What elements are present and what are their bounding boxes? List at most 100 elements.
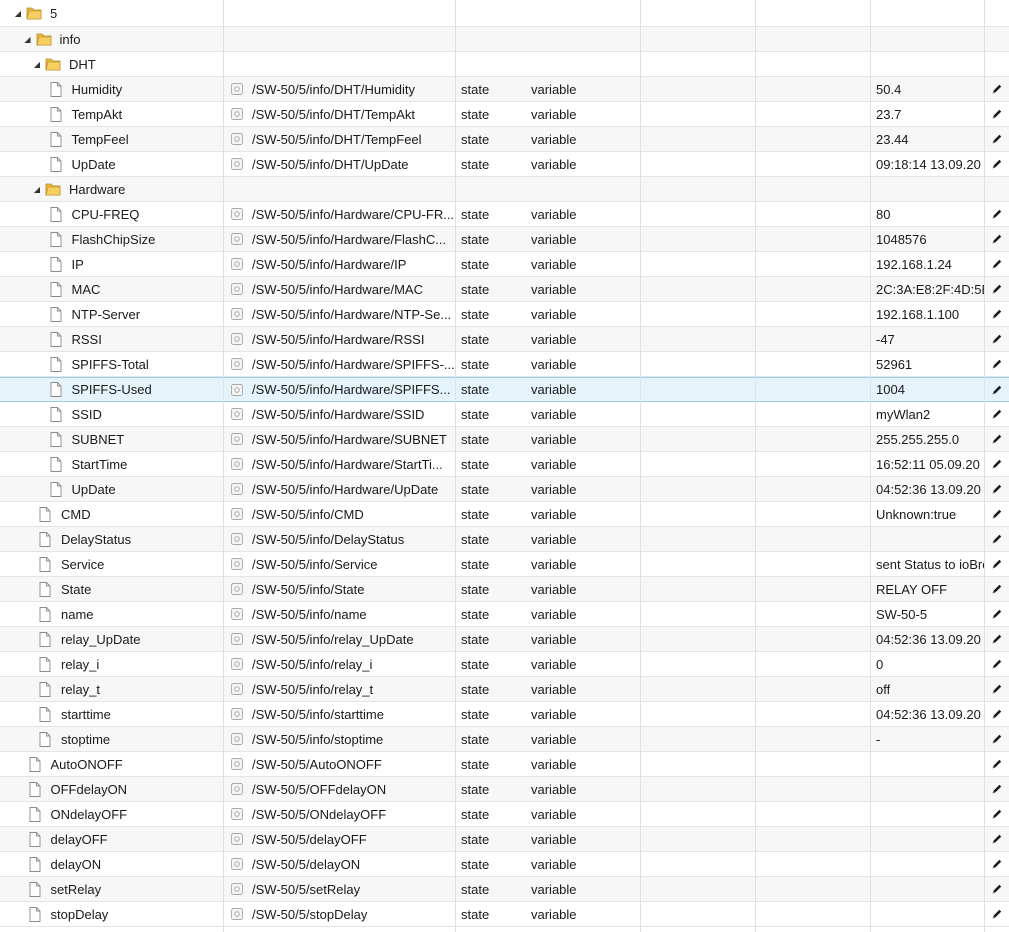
- room-cell[interactable]: [641, 102, 755, 126]
- room-cell[interactable]: [641, 527, 755, 551]
- edit-cell[interactable]: [985, 677, 1009, 701]
- value-cell[interactable]: 192.168.1.100: [871, 302, 984, 326]
- state-id-icon[interactable]: [231, 108, 243, 120]
- state-id-icon[interactable]: [231, 308, 243, 320]
- edit-cell[interactable]: [985, 727, 1009, 751]
- state-id-icon[interactable]: [231, 233, 243, 245]
- state-id-icon[interactable]: [231, 383, 243, 396]
- value-cell[interactable]: 1048576: [871, 227, 984, 251]
- value-cell[interactable]: [871, 777, 984, 801]
- state-id-icon[interactable]: [231, 608, 243, 620]
- room-cell[interactable]: [641, 378, 755, 401]
- pencil-icon[interactable]: [991, 384, 1003, 396]
- value-cell[interactable]: RELAY OFF: [871, 577, 984, 601]
- state-id-icon[interactable]: [231, 358, 243, 370]
- state-id-icon[interactable]: [231, 758, 243, 770]
- state-id-icon[interactable]: [231, 533, 243, 545]
- state-id-icon[interactable]: [231, 158, 243, 170]
- pencil-icon[interactable]: [991, 608, 1003, 620]
- value-cell[interactable]: [871, 877, 984, 901]
- tree-state-row[interactable]: relay_t/SW-50/5/info/relay_t state variabl…: [0, 677, 1009, 702]
- value-cell[interactable]: 192.168.1.24: [871, 252, 984, 276]
- edit-cell[interactable]: [985, 277, 1009, 301]
- edit-cell[interactable]: [985, 502, 1009, 526]
- pencil-icon[interactable]: [991, 858, 1003, 870]
- state-id-icon[interactable]: [231, 658, 243, 670]
- pencil-icon[interactable]: [991, 908, 1003, 920]
- value-cell[interactable]: [871, 802, 984, 826]
- edit-cell[interactable]: [985, 702, 1009, 726]
- value-cell[interactable]: 09:18:14 13.09.20: [871, 152, 984, 176]
- edit-cell[interactable]: [985, 602, 1009, 626]
- state-id-icon[interactable]: [231, 733, 243, 745]
- function-cell[interactable]: [756, 652, 870, 676]
- room-cell[interactable]: [641, 152, 755, 176]
- room-cell[interactable]: [641, 802, 755, 826]
- room-cell[interactable]: [641, 902, 755, 926]
- function-cell[interactable]: [756, 577, 870, 601]
- room-cell[interactable]: [641, 727, 755, 751]
- tree-state-row[interactable]: relay_i/SW-50/5/info/relay_i state variabl…: [0, 652, 1009, 677]
- tree-state-row[interactable]: starttime/SW-50/5/info/starttime state var…: [0, 702, 1009, 727]
- state-id-icon[interactable]: [231, 458, 243, 470]
- pencil-icon[interactable]: [991, 683, 1003, 695]
- value-cell[interactable]: 255.255.255.0: [871, 427, 984, 451]
- value-cell[interactable]: 04:52:36 13.09.20: [871, 477, 984, 501]
- pencil-icon[interactable]: [991, 233, 1003, 245]
- state-id-icon[interactable]: [231, 133, 243, 145]
- state-id-icon[interactable]: [231, 433, 243, 445]
- tree-state-row[interactable]: IP/SW-50/5/info/Hardware/IP state variable…: [0, 252, 1009, 277]
- pencil-icon[interactable]: [991, 508, 1003, 520]
- function-cell[interactable]: [756, 852, 870, 876]
- function-cell[interactable]: [756, 552, 870, 576]
- pencil-icon[interactable]: [991, 83, 1003, 95]
- tree-state-row[interactable]: CPU-FREQ/SW-50/5/info/Hardware/CPU-FR...…: [0, 202, 1009, 227]
- tree-folder-row[interactable]: ◢ 5: [0, 0, 1009, 27]
- state-id-icon[interactable]: [231, 783, 243, 795]
- room-cell[interactable]: [641, 427, 755, 451]
- tree-state-row[interactable]: setRelay/SW-50/5/setRelay state variable: [0, 877, 1009, 902]
- pencil-icon[interactable]: [991, 433, 1003, 445]
- state-id-icon[interactable]: [231, 708, 243, 720]
- tree-state-row[interactable]: SUBNET/SW-50/5/info/Hardware/SUBNET state…: [0, 427, 1009, 452]
- room-cell[interactable]: [641, 827, 755, 851]
- room-cell[interactable]: [641, 627, 755, 651]
- edit-cell[interactable]: [985, 452, 1009, 476]
- room-cell[interactable]: [641, 252, 755, 276]
- function-cell[interactable]: [756, 452, 870, 476]
- room-cell[interactable]: [641, 327, 755, 351]
- state-id-icon[interactable]: [231, 83, 243, 95]
- room-cell[interactable]: [641, 702, 755, 726]
- pencil-icon[interactable]: [991, 133, 1003, 145]
- edit-cell[interactable]: [985, 902, 1009, 926]
- function-cell[interactable]: [756, 702, 870, 726]
- tree-folder-row[interactable]: ◢ Hardware: [0, 177, 1009, 202]
- pencil-icon[interactable]: [991, 833, 1003, 845]
- function-cell[interactable]: [756, 877, 870, 901]
- function-cell[interactable]: [756, 127, 870, 151]
- value-cell[interactable]: 1004: [871, 378, 984, 401]
- function-cell[interactable]: [756, 252, 870, 276]
- state-id-icon[interactable]: [231, 908, 243, 920]
- pencil-icon[interactable]: [991, 883, 1003, 895]
- tree-state-row[interactable]: TempAkt/SW-50/5/info/DHT/TempAkt state var…: [0, 102, 1009, 127]
- tree-state-row[interactable]: DelayStatus/SW-50/5/info/DelayStatus stat…: [0, 527, 1009, 552]
- edit-cell[interactable]: [985, 427, 1009, 451]
- value-cell[interactable]: Unknown:true: [871, 502, 984, 526]
- function-cell[interactable]: [756, 227, 870, 251]
- edit-cell[interactable]: [985, 202, 1009, 226]
- chevron-down-icon[interactable]: ◢: [22, 35, 34, 44]
- room-cell[interactable]: [641, 302, 755, 326]
- pencil-icon[interactable]: [991, 408, 1003, 420]
- pencil-icon[interactable]: [991, 483, 1003, 495]
- function-cell[interactable]: [756, 102, 870, 126]
- tree-state-row[interactable]: relay_UpDate/SW-50/5/info/relay_UpDate st…: [0, 627, 1009, 652]
- function-cell[interactable]: [756, 527, 870, 551]
- function-cell[interactable]: [756, 827, 870, 851]
- tree-state-row[interactable]: stoptime/SW-50/5/info/stoptime state varia…: [0, 727, 1009, 752]
- function-cell[interactable]: [756, 902, 870, 926]
- value-cell[interactable]: 52961: [871, 352, 984, 376]
- edit-cell[interactable]: [985, 327, 1009, 351]
- function-cell[interactable]: [756, 302, 870, 326]
- edit-cell[interactable]: [985, 252, 1009, 276]
